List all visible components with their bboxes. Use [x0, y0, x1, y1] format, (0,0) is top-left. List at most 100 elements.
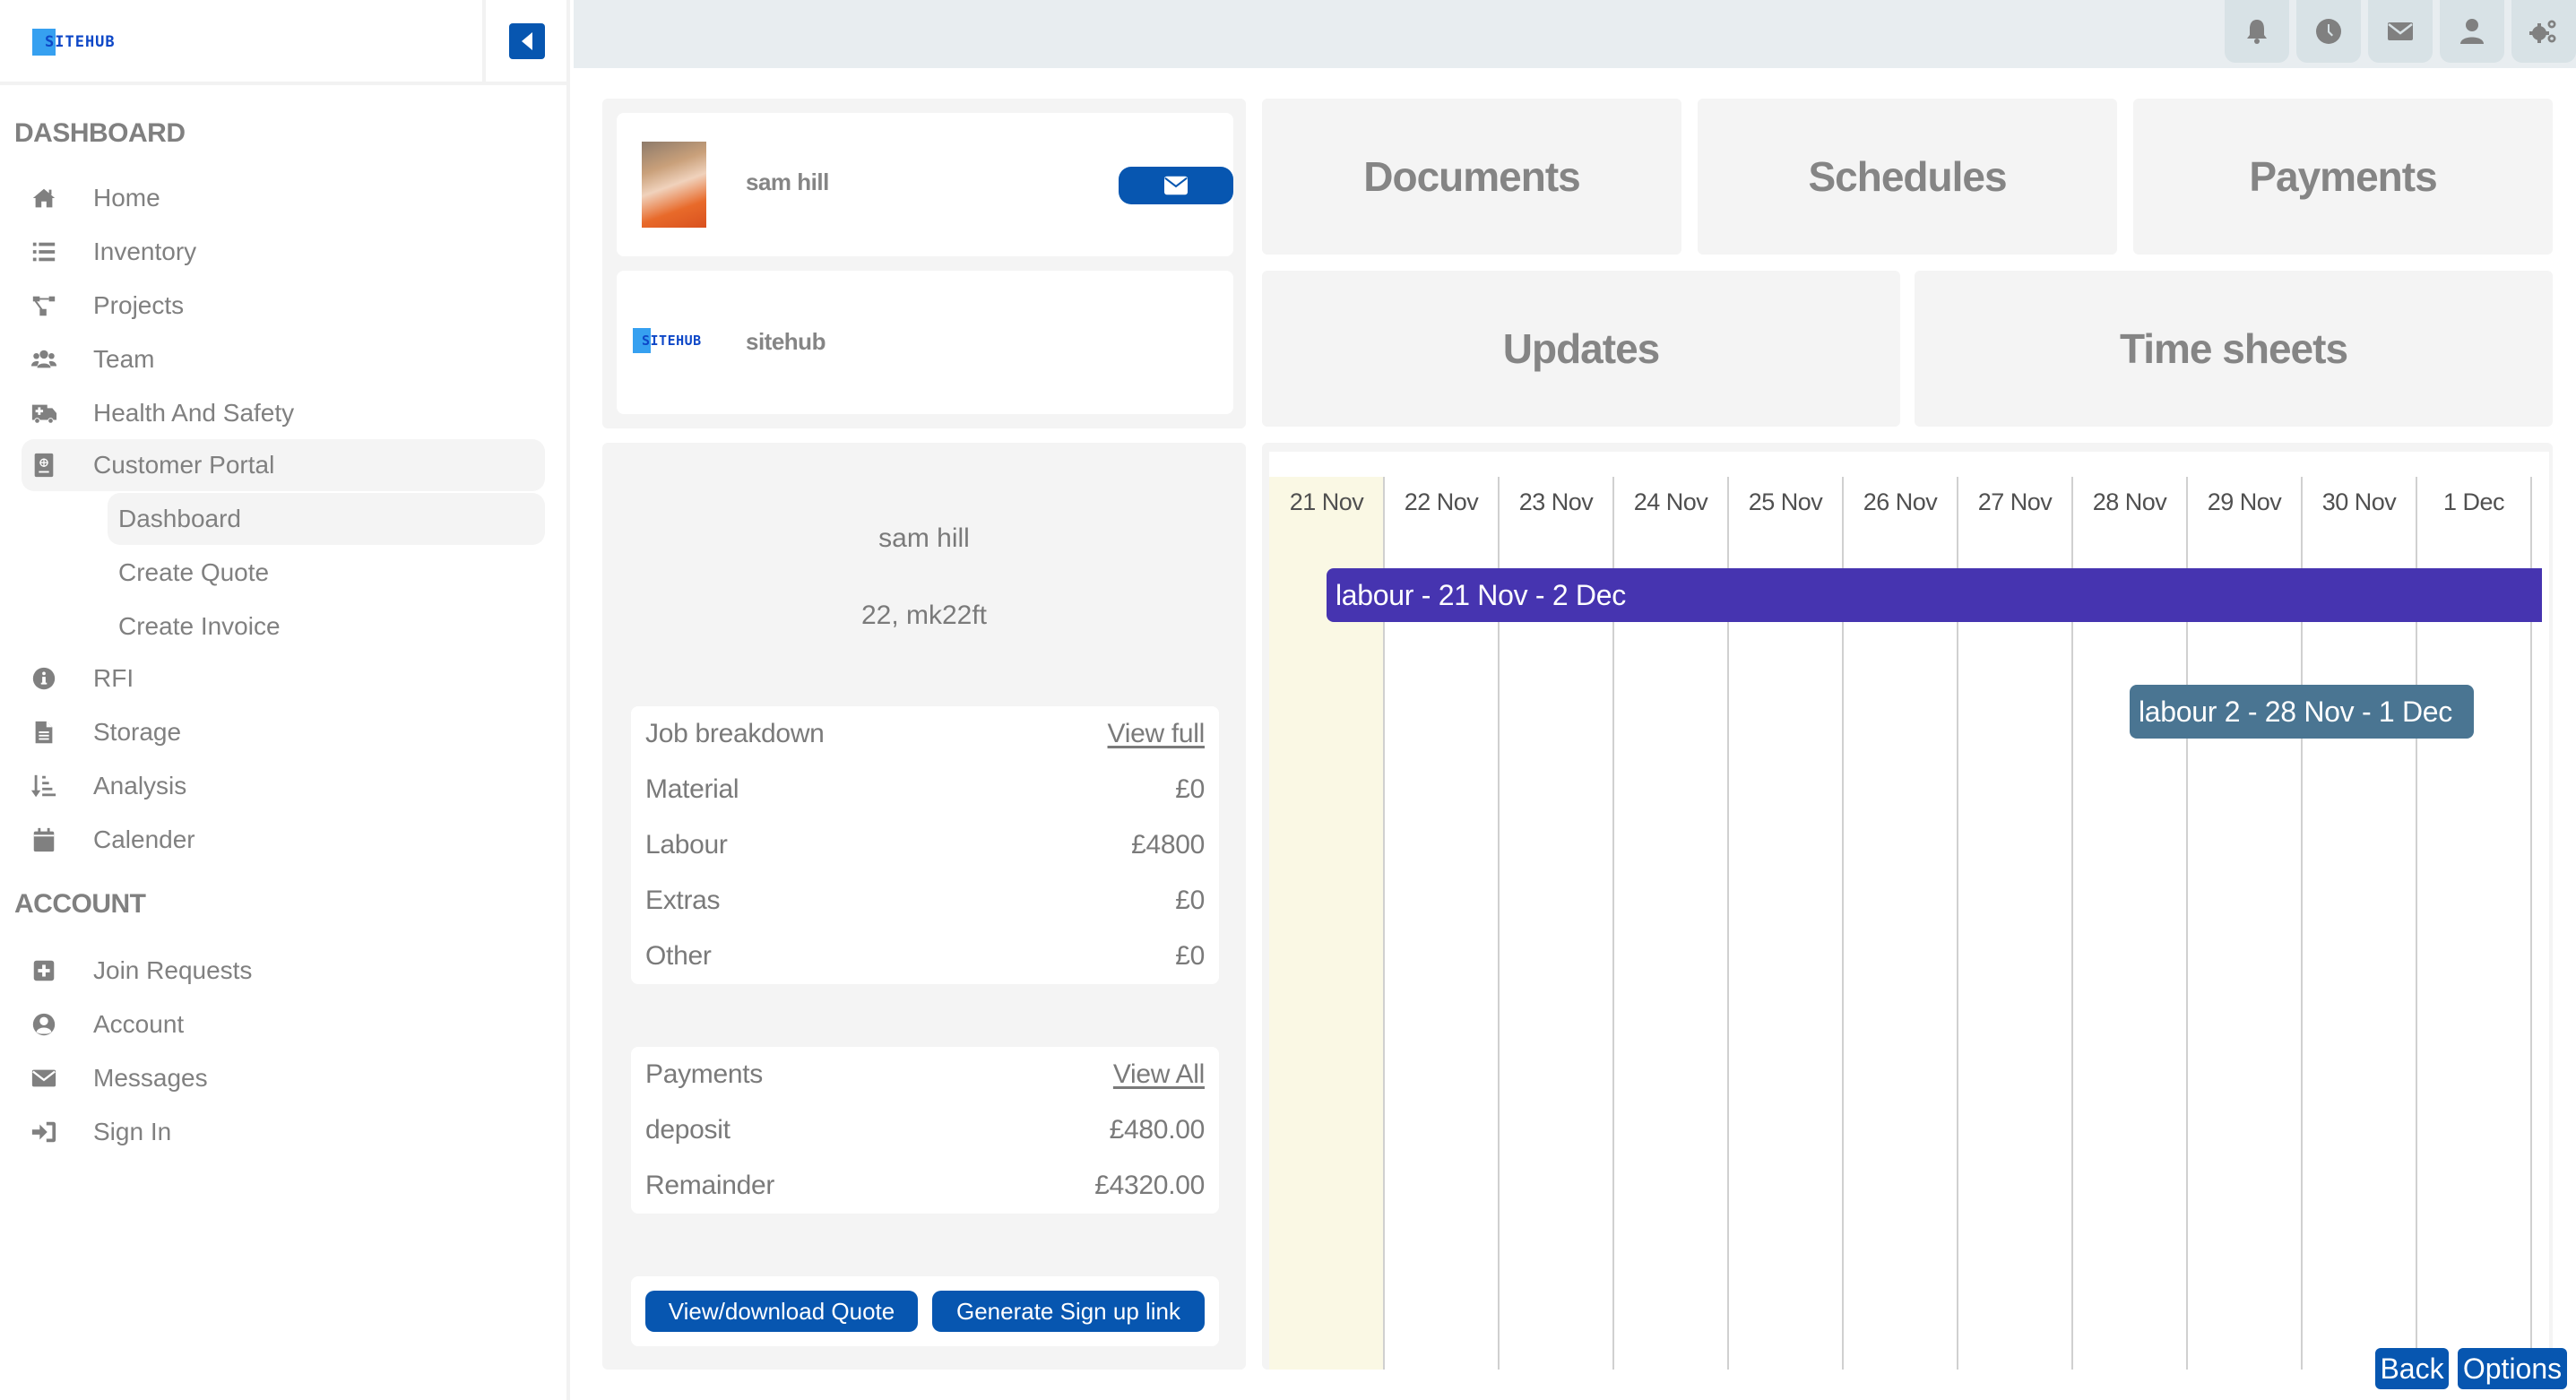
- sidebar-item-label: Home: [93, 184, 160, 212]
- payment-value: £480.00: [1109, 1115, 1206, 1145]
- tile-schedules[interactable]: Schedules: [1698, 99, 2117, 255]
- home-icon: [30, 185, 57, 212]
- sidebar-item-home[interactable]: Home: [22, 172, 545, 224]
- breakdown-label: Other: [645, 941, 712, 971]
- sidebar-item-projects[interactable]: Projects: [22, 280, 545, 332]
- tile-time-sheets[interactable]: Time sheets: [1915, 271, 2553, 427]
- notifications-button[interactable]: [2225, 0, 2289, 63]
- sidebar-item-label: RFI: [93, 664, 134, 692]
- envelope-icon: [2388, 22, 2413, 40]
- sidebar-item-label: Inventory: [93, 238, 197, 265]
- schedule-event[interactable]: labour - 21 Nov - 2 Dec: [1327, 568, 2542, 622]
- calendar-icon: [30, 826, 57, 853]
- company-logo: SITEHUB: [633, 328, 702, 353]
- history-button[interactable]: [2296, 0, 2361, 63]
- day-header: 23 Nov: [1518, 488, 1594, 515]
- schedule-timeline: 21 Nov 22 Nov 23 Nov 24 Nov 25 Nov 26 Nov 27 N…: [1269, 452, 2549, 1370]
- day-header: 27 Nov: [1977, 488, 2053, 515]
- sidebar-item-customer-portal[interactable]: Customer Portal: [22, 439, 545, 491]
- sidebar-header: SITEHUB: [0, 0, 566, 85]
- sidebar-item-health-and-safety[interactable]: Health And Safety: [22, 387, 545, 439]
- schedule-event[interactable]: labour 2 - 28 Nov - 1 Dec: [2130, 685, 2474, 739]
- day-header: 21 Nov: [1289, 488, 1364, 515]
- sidebar-item-label: Health And Safety: [93, 399, 295, 427]
- sidebar-item-calender[interactable]: Calender: [22, 814, 545, 866]
- payment-value: £4320.00: [1094, 1171, 1205, 1200]
- breakdown-label: Material: [645, 774, 739, 804]
- customer-name: sam hill: [746, 169, 829, 195]
- tile-documents[interactable]: Documents: [1262, 99, 1681, 255]
- plus-square-icon: [30, 957, 57, 984]
- customer-card: sam hill: [617, 113, 1233, 256]
- ambulance-icon: [30, 400, 57, 427]
- sidebar-item-messages[interactable]: Messages: [22, 1052, 545, 1104]
- sidebar-item-label: Storage: [93, 718, 182, 746]
- sidebar-item-storage[interactable]: Storage: [22, 706, 545, 758]
- email-customer-button[interactable]: [1119, 167, 1233, 204]
- logo-text: SITEHUB: [642, 333, 702, 349]
- job-breakdown-header: Job breakdown View full: [645, 706, 1205, 762]
- sidebar-item-sign-in[interactable]: Sign In: [22, 1106, 545, 1158]
- settings-button[interactable]: [2511, 0, 2576, 63]
- sidebar-item-label: Projects: [93, 291, 185, 319]
- sidebar: SITEHUB DASHBOARD Home Inventory Project…: [0, 0, 570, 1400]
- section-title-account: ACCOUNT: [14, 889, 146, 919]
- sidebar-item-label: Analysis: [93, 772, 187, 799]
- sidebar-item-inventory[interactable]: Inventory: [22, 226, 545, 278]
- payment-row: deposit £480.00: [645, 1102, 1205, 1158]
- sidebar-item-rfi[interactable]: RFI: [22, 652, 545, 704]
- top-bar: [574, 0, 2576, 68]
- sidebar-item-team[interactable]: Team: [22, 333, 545, 385]
- job-summary-panel: sam hill 22, mk22ft Job breakdown View f…: [602, 443, 1246, 1370]
- tile-updates[interactable]: Updates: [1262, 271, 1900, 427]
- section-title-dashboard: DASHBOARD: [14, 118, 186, 148]
- sidebar-item-join-requests[interactable]: Join Requests: [22, 945, 545, 997]
- sitehub-logo[interactable]: SITEHUB: [32, 29, 116, 56]
- bell-icon: [2247, 20, 2267, 44]
- sidebar-item-label: Team: [93, 345, 155, 373]
- tile-payments[interactable]: Payments: [2133, 99, 2553, 255]
- info-circle-icon: [30, 665, 57, 692]
- day-header: 29 Nov: [2207, 488, 2282, 515]
- messages-button[interactable]: [2368, 0, 2433, 63]
- payments-header: Payments View All: [645, 1047, 1205, 1102]
- generate-signup-link-button[interactable]: Generate Sign up link: [932, 1291, 1205, 1332]
- day-header: 30 Nov: [2321, 488, 2397, 515]
- sidebar-item-account[interactable]: Account: [22, 998, 545, 1050]
- company-name: sitehub: [746, 328, 826, 355]
- sidebar-subitem-dashboard[interactable]: Dashboard: [108, 493, 545, 545]
- sidebar-item-label: Customer Portal: [93, 451, 275, 479]
- day-header: 28 Nov: [2092, 488, 2167, 515]
- clock-icon: [2316, 19, 2341, 44]
- sidebar-item-label: Sign In: [93, 1118, 172, 1145]
- view-download-quote-button[interactable]: View/download Quote: [645, 1291, 918, 1332]
- payments-box: Payments View All deposit £480.00 Remain…: [631, 1047, 1219, 1214]
- breakdown-row: Labour £4800: [645, 817, 1205, 873]
- summary-customer-name: sam hill: [878, 523, 970, 553]
- view-all-link[interactable]: View All: [1113, 1059, 1205, 1090]
- passport-icon: [30, 452, 57, 479]
- company-card: SITEHUB sitehub: [617, 271, 1233, 414]
- profile-button[interactable]: [2440, 0, 2504, 63]
- customer-avatar: [642, 142, 706, 228]
- payments-title: Payments: [645, 1059, 763, 1089]
- back-button[interactable]: Back: [2375, 1348, 2449, 1389]
- breakdown-label: Labour: [645, 830, 728, 860]
- sidebar-subitem-create-quote[interactable]: Create Quote: [108, 547, 545, 599]
- collapse-sidebar-button[interactable]: [509, 23, 545, 59]
- users-icon: [30, 346, 57, 373]
- breakdown-value: £4800: [1131, 830, 1205, 860]
- header-divider: [482, 0, 486, 85]
- sidebar-subitem-create-invoice[interactable]: Create Invoice: [108, 601, 545, 652]
- top-icons: [2225, 0, 2576, 63]
- breakdown-value: £0: [1175, 774, 1205, 804]
- day-header: 24 Nov: [1633, 488, 1708, 515]
- view-full-link[interactable]: View full: [1108, 719, 1206, 749]
- project-diagram-icon: [30, 292, 57, 319]
- options-button[interactable]: Options: [2458, 1348, 2567, 1389]
- day-header: 22 Nov: [1404, 488, 1479, 515]
- sidebar-item-analysis[interactable]: Analysis: [22, 760, 545, 812]
- day-header: 26 Nov: [1863, 488, 1938, 515]
- sidebar-item-label: Join Requests: [93, 956, 253, 984]
- sort-amount-icon: [30, 773, 57, 799]
